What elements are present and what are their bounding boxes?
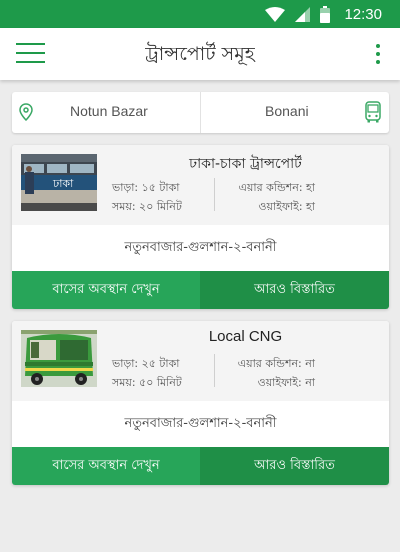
- transport-card-header: Local CNG ভাড়া: ২৫ টাকা সময়: ৫০ মিনিট …: [12, 321, 389, 401]
- bus-icon: [365, 101, 381, 123]
- route-to-field[interactable]: Bonani: [200, 92, 389, 133]
- transport-name: ঢাকা-চাকা ট্রান্সপোর্ট: [189, 156, 302, 172]
- bus-photo-label: ঢাকা: [52, 177, 74, 190]
- battery-icon: [320, 5, 331, 23]
- info-divider: [214, 178, 215, 211]
- location-pin-icon: [19, 103, 33, 121]
- status-icons: 12:30: [255, 4, 382, 24]
- wifi-icon: [265, 6, 286, 22]
- app-bar: ট্রান্সপোর্ট সমূহ: [0, 28, 400, 80]
- fare-text: ভাড়া: ২৫ টাকা: [112, 357, 180, 370]
- hamburger-menu-icon[interactable]: [16, 43, 45, 64]
- transport-name: Local CNG: [208, 328, 283, 345]
- transport-card: Local CNG ভাড়া: ২৫ টাকা সময়: ৫০ মিনিট …: [12, 321, 389, 485]
- route-to-text: Bonani: [265, 103, 309, 119]
- transport-card: ঢাকা ঢাকা-চাকা ট্রান্সপোর্ট ভাড়া: ১৫ টা…: [12, 145, 389, 309]
- ac-text: এয়ার কন্ডিশন: না: [237, 357, 315, 370]
- cng-photo: [21, 330, 97, 387]
- view-bus-location-button[interactable]: বাসের অবস্থান দেখুন: [12, 271, 200, 309]
- more-details-button[interactable]: আরও বিস্তারিত: [200, 447, 389, 485]
- transport-route: নতুনবাজার-গুলশান-২-বনানী: [12, 401, 389, 447]
- more-vertical-icon[interactable]: [374, 44, 382, 64]
- bus-photo: ঢাকা: [21, 154, 97, 211]
- time-text: সময়: ২০ মিনিট: [112, 200, 182, 213]
- status-time: 12:30: [344, 5, 382, 23]
- route-selector: Notun Bazar Bonani: [12, 92, 389, 133]
- page-title: ট্রান্সপোর্ট সমূহ: [145, 43, 255, 65]
- fare-text: ভাড়া: ১৫ টাকা: [112, 181, 180, 194]
- wifi-text: ওয়াইফাই: না: [257, 376, 315, 389]
- info-divider: [214, 354, 215, 387]
- time-text: সময়: ৫০ মিনিট: [112, 376, 182, 389]
- view-bus-location-button[interactable]: বাসের অবস্থান দেখুন: [12, 447, 200, 485]
- signal-icon: [295, 6, 311, 22]
- more-details-button[interactable]: আরও বিস্তারিত: [200, 271, 389, 309]
- route-from-field[interactable]: Notun Bazar: [12, 92, 200, 133]
- transport-card-header: ঢাকা ঢাকা-চাকা ট্রান্সপোর্ট ভাড়া: ১৫ টা…: [12, 145, 389, 225]
- status-bar: 12:30: [0, 0, 400, 28]
- route-from-text: Notun Bazar: [70, 103, 148, 119]
- wifi-text: ওয়াইফাই: হা: [258, 200, 315, 213]
- ac-text: এয়ার কন্ডিশন: হা: [238, 181, 315, 194]
- transport-route: নতুনবাজার-গুলশান-২-বনানী: [12, 225, 389, 271]
